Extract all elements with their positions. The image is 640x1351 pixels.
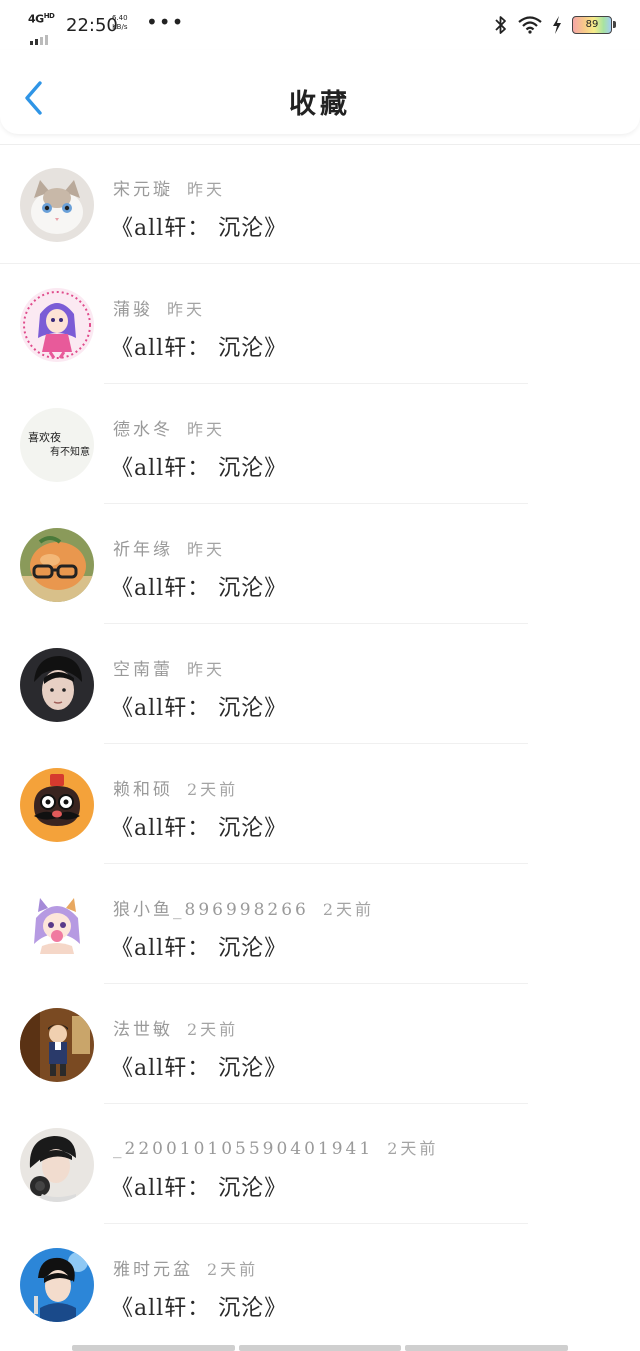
item-title: 《all轩： 沉沦》 bbox=[111, 696, 288, 721]
timestamp: 2天前 bbox=[187, 780, 239, 799]
username: 宋元璇 bbox=[113, 180, 173, 200]
scroll-indicator bbox=[72, 1345, 569, 1351]
username: _220010105590401941 bbox=[113, 1139, 374, 1159]
item-title: 《all轩： 沉沦》 bbox=[111, 216, 288, 241]
username: 法世敏 bbox=[113, 1020, 173, 1040]
timestamp: 昨天 bbox=[187, 540, 226, 559]
timestamp: 昨天 bbox=[187, 420, 226, 439]
network-speed: 6.40 KB/s bbox=[112, 14, 128, 32]
timestamp: 2天前 bbox=[187, 1020, 239, 1039]
username: 赖和硕 bbox=[113, 780, 173, 800]
list-item[interactable]: 空南蕾 昨天 《all轩： 沉沦》 bbox=[0, 624, 640, 744]
battery-indicator: 89 bbox=[572, 16, 616, 34]
more-notifications-icon: ••• bbox=[146, 10, 185, 34]
item-title: 《all轩： 沉沦》 bbox=[111, 1296, 288, 1321]
avatar bbox=[20, 888, 94, 962]
detective-avatar-icon bbox=[20, 1008, 94, 1082]
item-meta: 赖和硕 2天前 bbox=[113, 775, 238, 800]
username: 德水冬 bbox=[113, 420, 173, 440]
anime-avatar-icon bbox=[20, 288, 94, 362]
item-title: 《all轩： 沉沦》 bbox=[111, 456, 288, 481]
item-meta: 祈年缘 昨天 bbox=[113, 535, 225, 560]
username: 雅时元盆 bbox=[113, 1260, 193, 1280]
username: 蒲骏 bbox=[113, 300, 153, 320]
timestamp: 昨天 bbox=[167, 300, 206, 319]
item-title: 《all轩： 沉沦》 bbox=[111, 1056, 288, 1081]
list-item[interactable]: 赖和硕 2天前 《all轩： 沉沦》 bbox=[0, 744, 640, 864]
status-bar: 4GHD 22:50 6.40 KB/s ••• 89 bbox=[0, 0, 640, 50]
avatar bbox=[20, 288, 94, 362]
network-type: 4G bbox=[28, 12, 44, 26]
avatar bbox=[20, 528, 94, 602]
list-item[interactable]: 喜欢夜 有不知意 德水冬 昨天 《all轩： 沉沦》 bbox=[0, 384, 640, 504]
list-item[interactable]: 祈年缘 昨天 《all轩： 沉沦》 bbox=[0, 504, 640, 624]
username: 祈年缘 bbox=[113, 540, 173, 560]
item-meta: _220010105590401941 2天前 bbox=[113, 1135, 438, 1159]
username: 狼小鱼_896998266 bbox=[113, 900, 309, 920]
network-hd: HD bbox=[43, 12, 55, 20]
portrait-headphones-avatar-icon bbox=[20, 1128, 94, 1202]
list-item[interactable]: 宋元璇 昨天 《all轩： 沉沦》 bbox=[0, 144, 640, 264]
item-meta: 宋元璇 昨天 bbox=[113, 175, 225, 200]
nav-bar: 收藏 bbox=[0, 50, 640, 134]
avatar bbox=[20, 1128, 94, 1202]
list-item[interactable]: 蒲骏 昨天 《all轩： 沉沦》 bbox=[0, 264, 640, 384]
favorites-page: 4GHD 22:50 6.40 KB/s ••• 89 收藏 宋元璇 昨天 《a… bbox=[0, 0, 640, 1351]
cat-avatar-icon bbox=[20, 168, 94, 242]
page-title: 收藏 bbox=[289, 89, 351, 120]
signal-indicator: 4GHD bbox=[28, 12, 60, 45]
clock: 22:50 bbox=[66, 15, 118, 36]
item-meta: 空南蕾 昨天 bbox=[113, 655, 225, 680]
username: 空南蕾 bbox=[113, 660, 173, 680]
list-item[interactable]: _220010105590401941 2天前 《all轩： 沉沦》 bbox=[0, 1104, 640, 1224]
avatar bbox=[20, 1248, 94, 1322]
wifi-icon bbox=[518, 16, 542, 34]
item-meta: 德水冬 昨天 bbox=[113, 415, 225, 440]
avatar bbox=[20, 1008, 94, 1082]
favorites-list: 宋元璇 昨天 《all轩： 沉沦》 蒲骏 昨天 《all轩： 沉沦》 喜欢夜 有… bbox=[0, 144, 640, 1344]
avatar bbox=[20, 168, 94, 242]
peach-glasses-avatar-icon bbox=[20, 528, 94, 602]
item-meta: 雅时元盆 2天前 bbox=[113, 1255, 258, 1280]
timestamp: 2天前 bbox=[387, 1139, 439, 1158]
timestamp: 2天前 bbox=[322, 900, 375, 919]
timestamp: 昨天 bbox=[187, 660, 226, 679]
list-item[interactable]: 狼小鱼_896998266 2天前 《all轩： 沉沦》 bbox=[0, 864, 640, 984]
item-title: 《all轩： 沉沦》 bbox=[111, 576, 288, 601]
avatar bbox=[20, 648, 94, 722]
anime-girl-avatar-icon bbox=[20, 888, 94, 962]
item-title: 《all轩： 沉沦》 bbox=[111, 936, 288, 961]
item-meta: 狼小鱼_896998266 2天前 bbox=[113, 895, 374, 920]
portrait-blue-avatar-icon bbox=[20, 1248, 94, 1322]
item-title: 《all轩： 沉沦》 bbox=[111, 1176, 288, 1201]
charging-icon bbox=[553, 16, 561, 34]
bluetooth-icon bbox=[495, 16, 506, 34]
speed-unit: KB/s bbox=[112, 23, 128, 31]
portrait-avatar-icon bbox=[20, 648, 94, 722]
list-item[interactable]: 雅时元盆 2天前 《all轩： 沉沦》 bbox=[0, 1224, 640, 1344]
avatar-calligraphy: 喜欢夜 有不知意 bbox=[28, 431, 90, 458]
status-icons: 89 bbox=[494, 13, 616, 37]
timestamp: 2天前 bbox=[207, 1260, 259, 1279]
list-item[interactable]: 法世敏 2天前 《all轩： 沉沦》 bbox=[0, 984, 640, 1104]
item-title: 《all轩： 沉沦》 bbox=[111, 336, 288, 361]
avatar: 喜欢夜 有不知意 bbox=[20, 408, 94, 482]
signal-bars-icon bbox=[30, 26, 50, 45]
item-meta: 蒲骏 昨天 bbox=[113, 295, 205, 320]
item-title: 《all轩： 沉沦》 bbox=[111, 816, 288, 841]
speed-value: 6.40 bbox=[112, 14, 128, 22]
mustache-monkey-avatar-icon bbox=[20, 768, 94, 842]
avatar bbox=[20, 768, 94, 842]
item-meta: 法世敏 2天前 bbox=[113, 1015, 238, 1040]
timestamp: 昨天 bbox=[187, 180, 226, 199]
